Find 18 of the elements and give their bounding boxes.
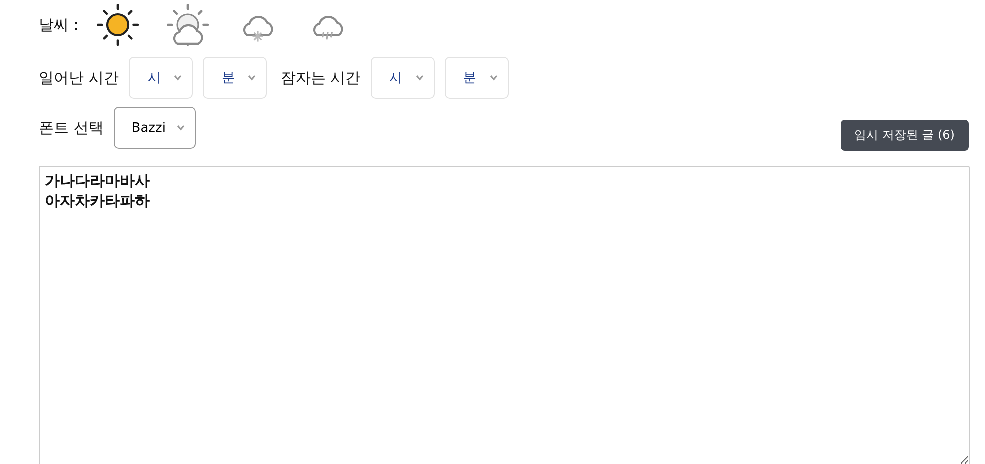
sun-icon[interactable]	[96, 4, 139, 46]
font-label: 폰트 선택	[39, 118, 104, 138]
sun-cloud-icon[interactable]	[166, 4, 209, 46]
weather-label: 날씨 :	[39, 16, 79, 34]
font-dropdown[interactable]: Bazzi	[114, 107, 196, 149]
chevron-icon	[416, 75, 424, 81]
dropdown[interactable]: 분	[202, 57, 267, 99]
dropdown[interactable]: 분	[444, 57, 509, 99]
text-area[interactable]: 가나다라마바사 아자차카타파하	[39, 166, 970, 464]
dropdown[interactable]: 시	[128, 57, 193, 99]
drafts-button[interactable]: 임시 저장된 글 (6)	[840, 120, 969, 151]
chevron-icon	[248, 75, 256, 81]
chevron-icon	[490, 75, 498, 81]
chevron-icon	[176, 125, 185, 131]
wake-time-label: 일어난 시간	[39, 68, 119, 88]
dropdown[interactable]: 시	[370, 57, 435, 99]
sleep-time-label: 잠자는 시간	[280, 68, 361, 88]
chevron-icon	[174, 75, 182, 81]
